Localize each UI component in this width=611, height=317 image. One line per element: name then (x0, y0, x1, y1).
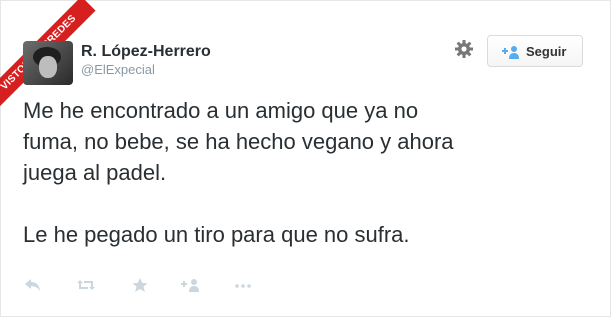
tweet-line: fuma, no bebe, se ha hecho vegano y ahor… (23, 129, 454, 154)
tweet-line: juega al padel. (23, 160, 167, 185)
avatar[interactable] (23, 41, 73, 85)
user-handle[interactable]: @ElExpecial (81, 62, 155, 77)
tweet-punchline: Le he pegado un tiro para que no sufra. (23, 222, 410, 247)
settings-gear-icon[interactable] (454, 39, 474, 59)
follow-button[interactable]: Seguir (487, 35, 583, 67)
tweet-text: Me he encontrado a un amigo que ya no fu… (23, 95, 603, 250)
reply-icon[interactable] (23, 277, 43, 293)
follow-label: Seguir (526, 44, 567, 59)
user-name[interactable]: R. López-Herrero (81, 43, 211, 61)
more-dots-icon[interactable] (233, 277, 253, 293)
retweet-icon[interactable] (76, 277, 96, 293)
follow-person-icon (502, 46, 519, 59)
tweet-card: VISTOENLASREDES R. López-Herrero @ElExpe… (0, 0, 611, 317)
favorite-star-icon[interactable] (130, 277, 150, 293)
avatar-face (39, 56, 57, 78)
add-person-icon[interactable] (181, 277, 201, 293)
tweet-line: Me he encontrado a un amigo que ya no (23, 98, 419, 123)
